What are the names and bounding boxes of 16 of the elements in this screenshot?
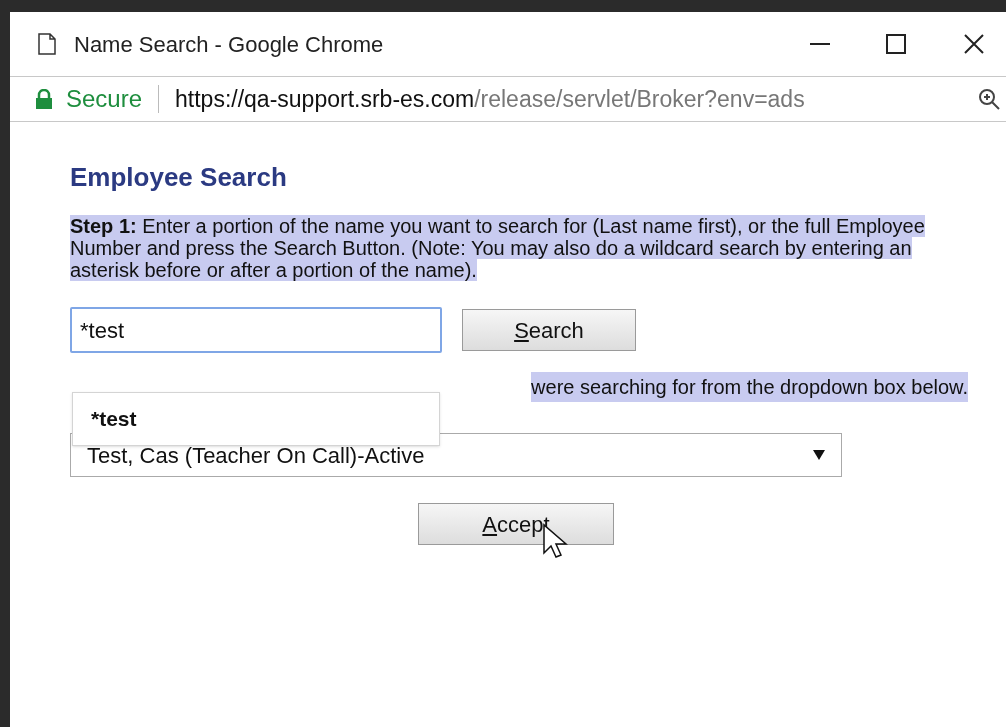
- lock-icon: [36, 89, 52, 109]
- page-icon: [38, 33, 56, 55]
- close-icon[interactable]: [964, 34, 984, 54]
- instructions-text: were searching for from the dropdown box below.: [531, 372, 968, 402]
- zoom-icon[interactable]: [978, 88, 1000, 110]
- autocomplete-item[interactable]: *test: [73, 393, 439, 445]
- window-title: Name Search - Google Chrome: [74, 30, 384, 59]
- page-heading: Employee Search: [70, 161, 288, 194]
- maximize-icon[interactable]: [886, 34, 906, 54]
- dropdown-arrow-icon: [813, 450, 825, 460]
- instructions-text: Step 1: Enter a portion of the name you want to search for (Last name first), or the full Employee Number and press the Search Button. (Note: You may also do a wildcard search by entering an asterisk before or after a portion of the name).: [70, 215, 926, 281]
- employee-select[interactable]: Test, Cas (Teacher On Call)-Active: [70, 433, 842, 477]
- url-text[interactable]: https://qa-support.srb-es.com/release/servlet/Broker?env=ads: [175, 81, 972, 117]
- search-field[interactable]: *test: [70, 307, 442, 353]
- security-label: Secure: [66, 84, 143, 114]
- search-button[interactable]: Search: [462, 309, 636, 351]
